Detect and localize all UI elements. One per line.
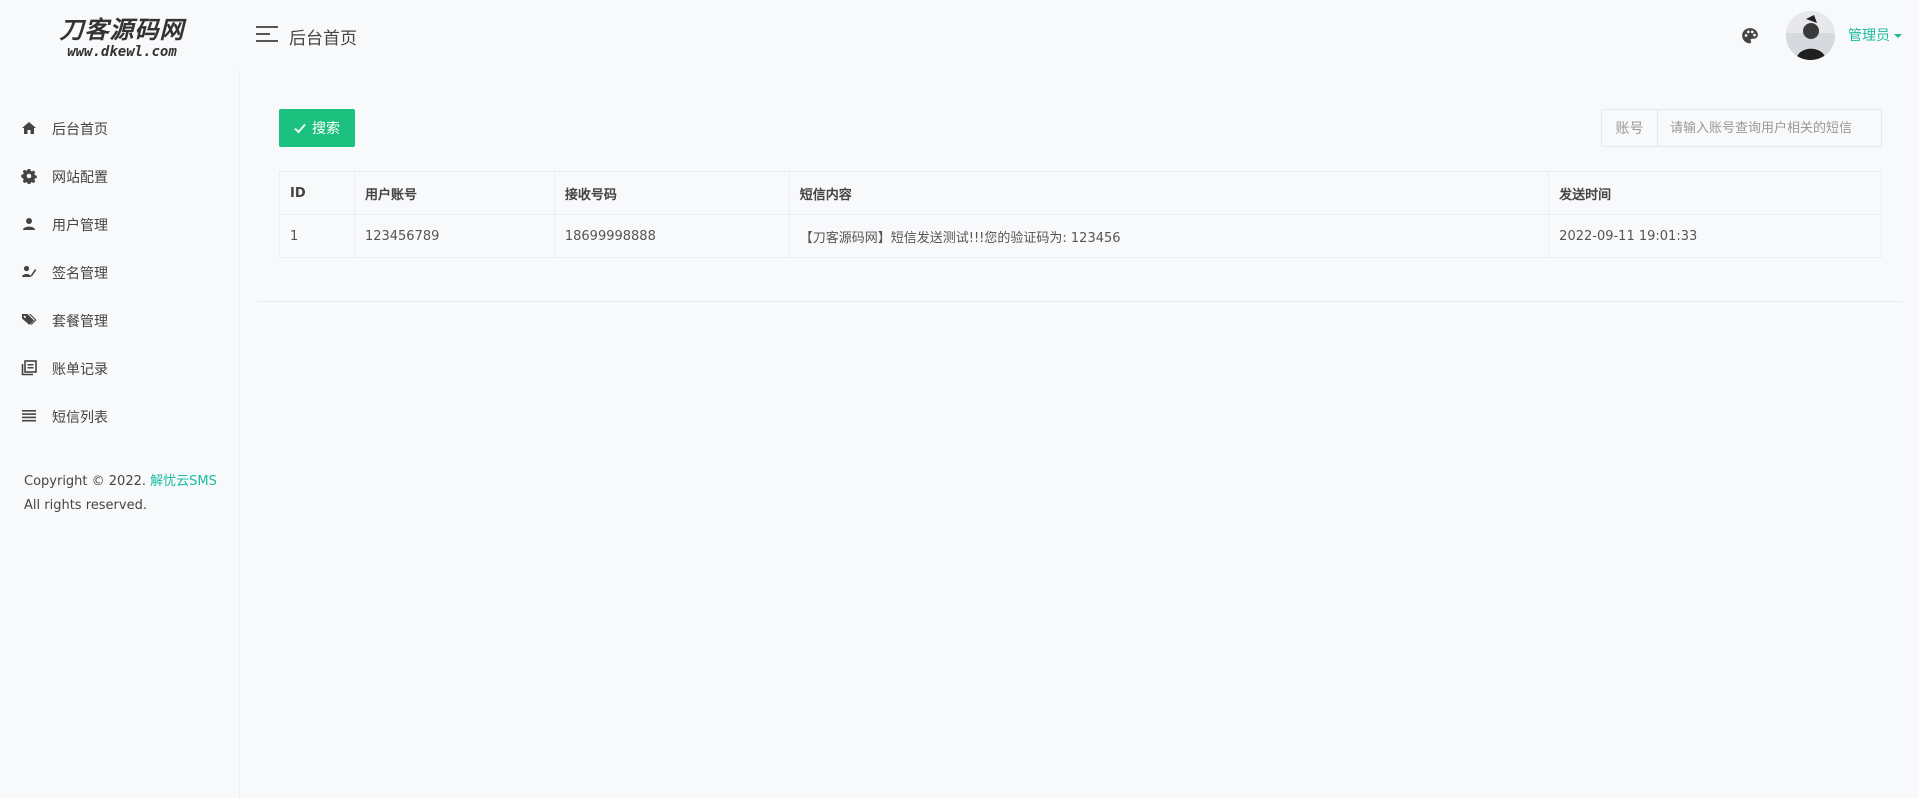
user-icon (23, 218, 35, 230)
logo-url: www.dkewl.com (67, 44, 177, 60)
sidebar-item-label: 短信列表 (52, 410, 108, 426)
account-filter-label: 账号 (1602, 110, 1658, 146)
table-header-row: ID 用户账号 接收号码 短信内容 发送时间 (279, 171, 1882, 215)
top-header: 刀客源码网 www.dkewl.com 后台首页 管理员 (0, 0, 1919, 70)
sidebar-item-label: 用户管理 (52, 218, 108, 234)
sidebar: 后台首页 网站配置 用户管理 签名管理 套餐管理 账单记录 短信列表 Copyr… (0, 70, 240, 798)
sidebar-item-label: 网站配置 (52, 170, 108, 186)
content-divider (257, 301, 1902, 302)
column-header-time: 发送时间 (1548, 171, 1882, 215)
sidebar-item-signatures[interactable]: 签名管理 (0, 252, 240, 292)
sidebar-item-bills[interactable]: 账单记录 (0, 348, 240, 388)
copyright-link[interactable]: 解忧云SMS (150, 474, 217, 489)
user-name: 管理员 (1848, 28, 1890, 44)
cell-id: 1 (279, 214, 355, 258)
check-icon (294, 123, 306, 134)
sidebar-item-packages[interactable]: 套餐管理 (0, 300, 240, 340)
sidebar-item-home[interactable]: 后台首页 (0, 108, 240, 148)
copyright-prefix: Copyright © 2022. (24, 474, 147, 489)
sidebar-item-users[interactable]: 用户管理 (0, 204, 240, 244)
search-button-label: 搜索 (312, 121, 340, 137)
logo-title: 刀客源码网 (59, 16, 185, 44)
copyright-suffix: All rights reserved. (24, 498, 147, 513)
column-header-receiver: 接收号码 (553, 171, 790, 215)
account-filter: 账号 (1601, 109, 1882, 147)
logo[interactable]: 刀客源码网 www.dkewl.com (52, 16, 192, 64)
home-icon (22, 122, 36, 134)
gear-icon (21, 169, 37, 184)
cell-receiver: 18699998888 (553, 214, 790, 258)
tags-icon (22, 314, 37, 325)
cell-content: 【刀客源码网】短信发送测试!!!您的验证码为: 123456 (788, 214, 1550, 258)
account-search-input[interactable] (1658, 110, 1881, 146)
table-row[interactable]: 1 123456789 18699998888 【刀客源码网】短信发送测试!!!… (279, 214, 1882, 258)
palette-icon[interactable] (1741, 27, 1759, 45)
column-header-content: 短信内容 (788, 171, 1550, 215)
sidebar-item-label: 套餐管理 (52, 314, 108, 330)
sidebar-item-site-config[interactable]: 网站配置 (0, 156, 240, 196)
user-menu[interactable]: 管理员 (1848, 25, 1902, 45)
sidebar-item-sms-list[interactable]: 短信列表 (0, 396, 240, 436)
signature-icon (22, 265, 37, 277)
sidebar-item-label: 签名管理 (52, 266, 108, 282)
cell-account: 123456789 (353, 214, 555, 258)
column-header-id: ID (279, 171, 355, 215)
sms-table: ID 用户账号 接收号码 短信内容 发送时间 1 123456789 18699… (279, 171, 1882, 258)
page-title: 后台首页 (289, 29, 357, 49)
caret-down-icon (1894, 34, 1902, 38)
menu-toggle-icon[interactable] (256, 26, 278, 44)
copyright: Copyright © 2022. 解忧云SMS All rights rese… (24, 470, 217, 518)
search-button[interactable]: 搜索 (279, 109, 355, 147)
sidebar-item-label: 账单记录 (52, 362, 108, 378)
sidebar-item-label: 后台首页 (52, 122, 108, 138)
column-header-account: 用户账号 (353, 171, 555, 215)
avatar[interactable] (1786, 11, 1835, 60)
list-icon (22, 410, 36, 422)
records-icon (21, 360, 37, 376)
cell-time: 2022-09-11 19:01:33 (1548, 214, 1882, 258)
